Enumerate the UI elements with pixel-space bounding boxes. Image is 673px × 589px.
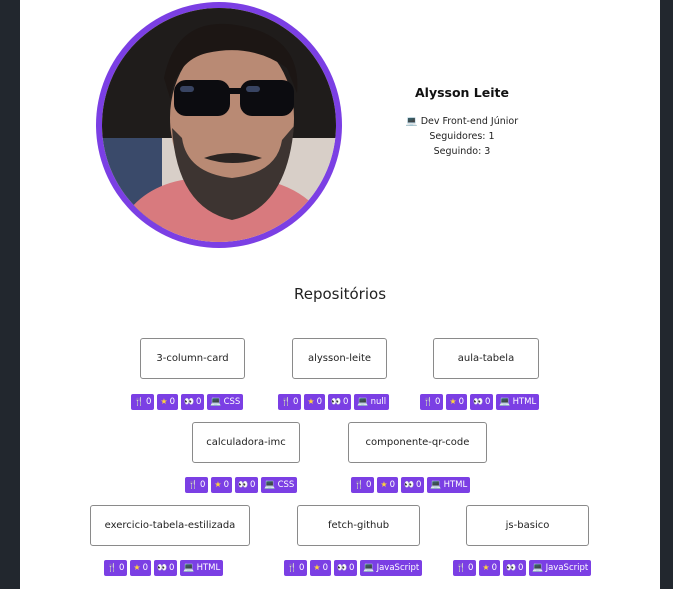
star-icon: ★ [449, 397, 457, 406]
repo-stats: 🍴 0 ★ 0 👀 0 💻 JavaScript [284, 560, 423, 576]
star-badge: ★ 0 [130, 560, 151, 576]
laptop-icon: 💻 [183, 563, 195, 573]
watchers-badge: 👀 0 [400, 477, 425, 493]
fork-icon: 🍴 [287, 563, 297, 572]
following-count: Seguindo: 3 [433, 146, 491, 157]
repo-stats: 🍴 0 ★ 0 👀 0 💻 JavaScript [453, 560, 592, 576]
repo-card[interactable]: exercicio-tabela-estilizada [90, 505, 250, 546]
eyes-icon: 👀 [237, 480, 248, 489]
fork-badge: 🍴 0 [284, 560, 308, 576]
watchers-badge: 👀 0 [333, 560, 358, 576]
laptop-icon: 💻 [210, 397, 222, 407]
repo-card[interactable]: calculadora-imc [192, 422, 300, 463]
watchers-badge: 👀 0 [153, 560, 178, 576]
star-badge: ★ 0 [157, 394, 178, 410]
laptop-icon: 💻 [532, 563, 544, 573]
star-badge: ★ 0 [304, 394, 325, 410]
profile-page: Alysson Leite 💻 Dev Front-end Júnior Seg… [20, 0, 660, 589]
eyes-icon: 👀 [336, 563, 347, 572]
star-icon: ★ [482, 563, 490, 572]
repo-card[interactable]: js-basico [466, 505, 589, 546]
star-icon: ★ [133, 563, 141, 572]
laptop-icon: 💻 [430, 480, 442, 490]
repo-card[interactable]: aula-tabela [433, 338, 539, 379]
repo-stats: 🍴 0 ★ 0 👀 0 💻 HTML [420, 394, 540, 410]
star-icon: ★ [214, 480, 222, 489]
star-badge: ★ 0 [479, 560, 500, 576]
watchers-badge: 👀 0 [234, 477, 259, 493]
star-badge: ★ 0 [310, 560, 331, 576]
profile-name: Alysson Leite [414, 85, 509, 100]
eyes-icon: 👀 [505, 563, 516, 572]
watchers-badge: 👀 0 [469, 394, 494, 410]
language-badge: 💻 JavaScript [360, 560, 423, 576]
language-badge: 💻 JavaScript [529, 560, 592, 576]
watchers-badge: 👀 0 [180, 394, 205, 410]
repo-card[interactable]: fetch-github [297, 505, 420, 546]
laptop-icon: 💻 [499, 397, 511, 407]
star-icon: ★ [313, 563, 321, 572]
eyes-icon: 👀 [330, 397, 341, 406]
fork-badge: 🍴 0 [278, 394, 302, 410]
avatar [102, 8, 336, 242]
repo-stats: 🍴 0 ★ 0 👀 0 💻 HTML [104, 560, 224, 576]
star-icon: ★ [160, 397, 168, 406]
language-badge: 💻 HTML [496, 394, 540, 410]
star-badge: ★ 0 [446, 394, 467, 410]
laptop-icon: 💻 [363, 563, 375, 573]
language-badge: 💻 null [354, 394, 390, 410]
language-badge: 💻 HTML [180, 560, 224, 576]
laptop-icon: 💻 [357, 397, 369, 407]
repo-stats: 🍴 0 ★ 0 👀 0 💻 null [278, 394, 390, 410]
language-badge: 💻 CSS [261, 477, 298, 493]
eyes-icon: 👀 [472, 397, 483, 406]
fork-icon: 🍴 [188, 480, 198, 489]
fork-icon: 🍴 [134, 397, 144, 406]
fork-icon: 🍴 [456, 563, 466, 572]
fork-badge: 🍴 0 [104, 560, 128, 576]
repo-stats: 🍴 0 ★ 0 👀 0 💻 CSS [131, 394, 244, 410]
repo-stats: 🍴 0 ★ 0 👀 0 💻 CSS [185, 477, 298, 493]
star-badge: ★ 0 [211, 477, 232, 493]
fork-badge: 🍴 0 [351, 477, 375, 493]
repo-card[interactable]: 3-column-card [140, 338, 245, 379]
star-icon: ★ [380, 480, 388, 489]
eyes-icon: 👀 [403, 480, 414, 489]
language-badge: 💻 CSS [207, 394, 244, 410]
laptop-icon: 💻 [264, 480, 276, 490]
followers-count: Seguidores: 1 [429, 131, 495, 142]
fork-icon: 🍴 [281, 397, 291, 406]
avatar-ring [96, 2, 342, 248]
repo-card[interactable]: alysson-leite [292, 338, 387, 379]
language-badge: 💻 HTML [427, 477, 471, 493]
eyes-icon: 👀 [156, 563, 167, 572]
fork-badge: 🍴 0 [131, 394, 155, 410]
repo-card[interactable]: componente-qr-code [348, 422, 487, 463]
watchers-badge: 👀 0 [502, 560, 527, 576]
fork-icon: 🍴 [423, 397, 433, 406]
star-icon: ★ [307, 397, 315, 406]
fork-icon: 🍴 [354, 480, 364, 489]
fork-badge: 🍴 0 [185, 477, 209, 493]
watchers-badge: 👀 0 [327, 394, 352, 410]
fork-icon: 🍴 [107, 563, 117, 572]
fork-badge: 🍴 0 [453, 560, 477, 576]
repo-stats: 🍴 0 ★ 0 👀 0 💻 HTML [351, 477, 471, 493]
fork-badge: 🍴 0 [420, 394, 444, 410]
profile-bio: 💻 Dev Front-end Júnior [405, 116, 519, 127]
section-title: Repositórios [293, 285, 387, 303]
eyes-icon: 👀 [183, 397, 194, 406]
star-badge: ★ 0 [377, 477, 398, 493]
